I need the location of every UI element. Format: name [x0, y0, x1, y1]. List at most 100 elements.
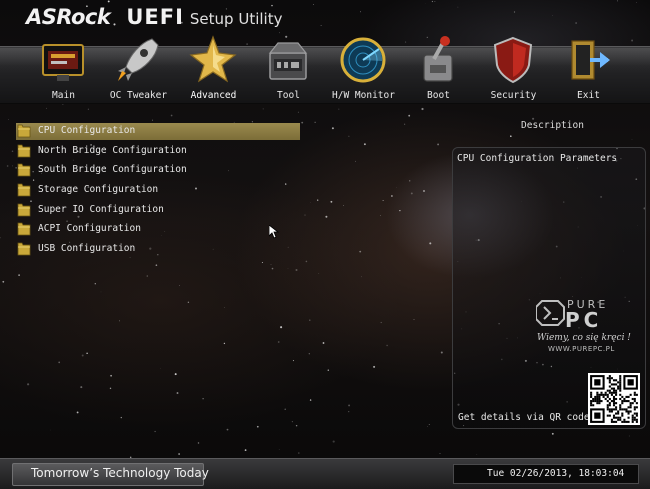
- qr-caption: Get details via QR code: [458, 412, 590, 423]
- brand-logo: ASRock: [26, 5, 110, 29]
- list-item-storage-configuration[interactable]: Storage Configuration: [16, 182, 300, 199]
- list-item-cpu-configuration[interactable]: CPU Configuration: [16, 123, 300, 140]
- star: [348, 136, 349, 137]
- setup-utility-label: Setup Utility: [190, 10, 283, 28]
- star: [333, 441, 335, 443]
- star: [262, 262, 263, 263]
- star: [301, 122, 303, 124]
- list-item-north-bridge-configuration[interactable]: North Bridge Configuration: [16, 143, 300, 160]
- star: [95, 283, 96, 284]
- star: [432, 1, 433, 2]
- watermark-slogan: Wiemy, co się kręci !: [537, 333, 631, 343]
- star: [632, 139, 633, 140]
- star: [224, 343, 225, 344]
- star: [50, 430, 51, 431]
- star: [330, 201, 332, 203]
- list-item-usb-configuration[interactable]: USB Configuration: [16, 241, 300, 258]
- star: [360, 11, 361, 12]
- toolbox-icon: [264, 35, 312, 85]
- shield-icon: [489, 35, 537, 85]
- star: [227, 429, 229, 431]
- star: [280, 326, 282, 328]
- star: [328, 369, 329, 370]
- exit-door-icon: [564, 35, 612, 85]
- star: [427, 426, 428, 427]
- item-label: Storage Configuration: [38, 184, 158, 195]
- star: [437, 143, 439, 145]
- star: [298, 452, 300, 454]
- star: [7, 165, 9, 167]
- star: [46, 108, 47, 109]
- star: [179, 285, 180, 286]
- boot-switch-icon: [414, 35, 462, 85]
- star: [154, 431, 155, 432]
- star: [435, 1, 436, 2]
- star: [177, 392, 179, 394]
- star: [323, 342, 325, 344]
- tab-advanced[interactable]: Advanced: [176, 33, 251, 105]
- star: [343, 205, 344, 206]
- description-title: Description: [521, 120, 584, 131]
- folder-icon: [16, 221, 32, 237]
- star: [80, 386, 82, 388]
- tab-label: OC Tweaker: [101, 90, 176, 101]
- star: [33, 179, 34, 180]
- star: [429, 424, 430, 425]
- folder-icon: [16, 241, 32, 257]
- star: [279, 449, 280, 450]
- star: [421, 108, 423, 110]
- star: [156, 264, 158, 266]
- tab-exit[interactable]: Exit: [551, 33, 626, 105]
- star: [383, 200, 384, 201]
- tab-main[interactable]: Main: [26, 33, 101, 105]
- star: [271, 264, 272, 265]
- folder-icon: [16, 162, 32, 178]
- tab-label: Main: [26, 90, 101, 101]
- star: [355, 161, 356, 162]
- tab-hw-monitor[interactable]: H/W Monitor: [326, 33, 401, 105]
- folder-icon: [16, 143, 32, 159]
- tab-oc-tweaker[interactable]: OC Tweaker: [101, 33, 176, 105]
- star: [552, 433, 554, 435]
- star-icon: [189, 35, 237, 85]
- watermark-url: WWW.PUREPC.PL: [548, 345, 615, 353]
- tab-tool[interactable]: Tool: [251, 33, 326, 105]
- star: [313, 4, 314, 5]
- star: [440, 453, 441, 454]
- tab-label: Exit: [551, 90, 626, 101]
- item-label: North Bridge Configuration: [38, 145, 187, 156]
- mouse-pointer-icon: [269, 225, 279, 239]
- star: [359, 251, 361, 253]
- star: [348, 404, 350, 406]
- star: [110, 375, 112, 377]
- star: [108, 0, 110, 2]
- star: [408, 115, 410, 117]
- tab-boot[interactable]: Boot: [401, 33, 476, 105]
- tab-label: Boot: [401, 90, 476, 101]
- star: [298, 112, 299, 113]
- star: [178, 453, 180, 455]
- item-label: CPU Configuration: [38, 125, 135, 136]
- folder-icon: [16, 202, 32, 218]
- star: [292, 421, 293, 422]
- list-item-super-io-configuration[interactable]: Super IO Configuration: [16, 202, 300, 219]
- star: [458, 7, 459, 8]
- star: [325, 216, 327, 218]
- star: [121, 417, 122, 418]
- star: [202, 398, 203, 399]
- star: [423, 190, 425, 192]
- star: [309, 320, 310, 321]
- star: [160, 368, 161, 369]
- star: [409, 180, 410, 181]
- tab-label: Advanced: [176, 90, 251, 101]
- list-item-south-bridge-configuration[interactable]: South Bridge Configuration: [16, 162, 300, 179]
- star: [152, 120, 153, 121]
- star: [631, 40, 633, 42]
- list-item-acpi-configuration[interactable]: ACPI Configuration: [16, 221, 300, 238]
- star: [110, 388, 111, 389]
- item-label: South Bridge Configuration: [38, 164, 187, 175]
- star: [414, 319, 415, 320]
- star: [339, 109, 340, 110]
- star: [306, 261, 308, 263]
- tab-security[interactable]: Security: [476, 33, 551, 105]
